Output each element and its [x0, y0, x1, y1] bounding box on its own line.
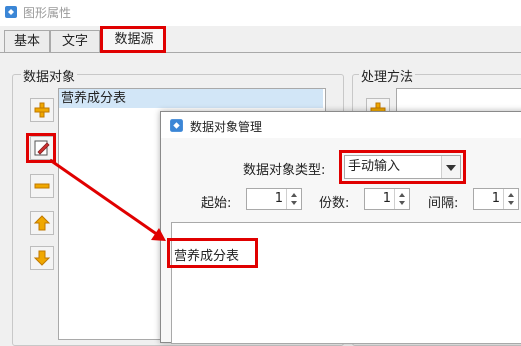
annotation-arrow-icon: [49, 158, 166, 241]
